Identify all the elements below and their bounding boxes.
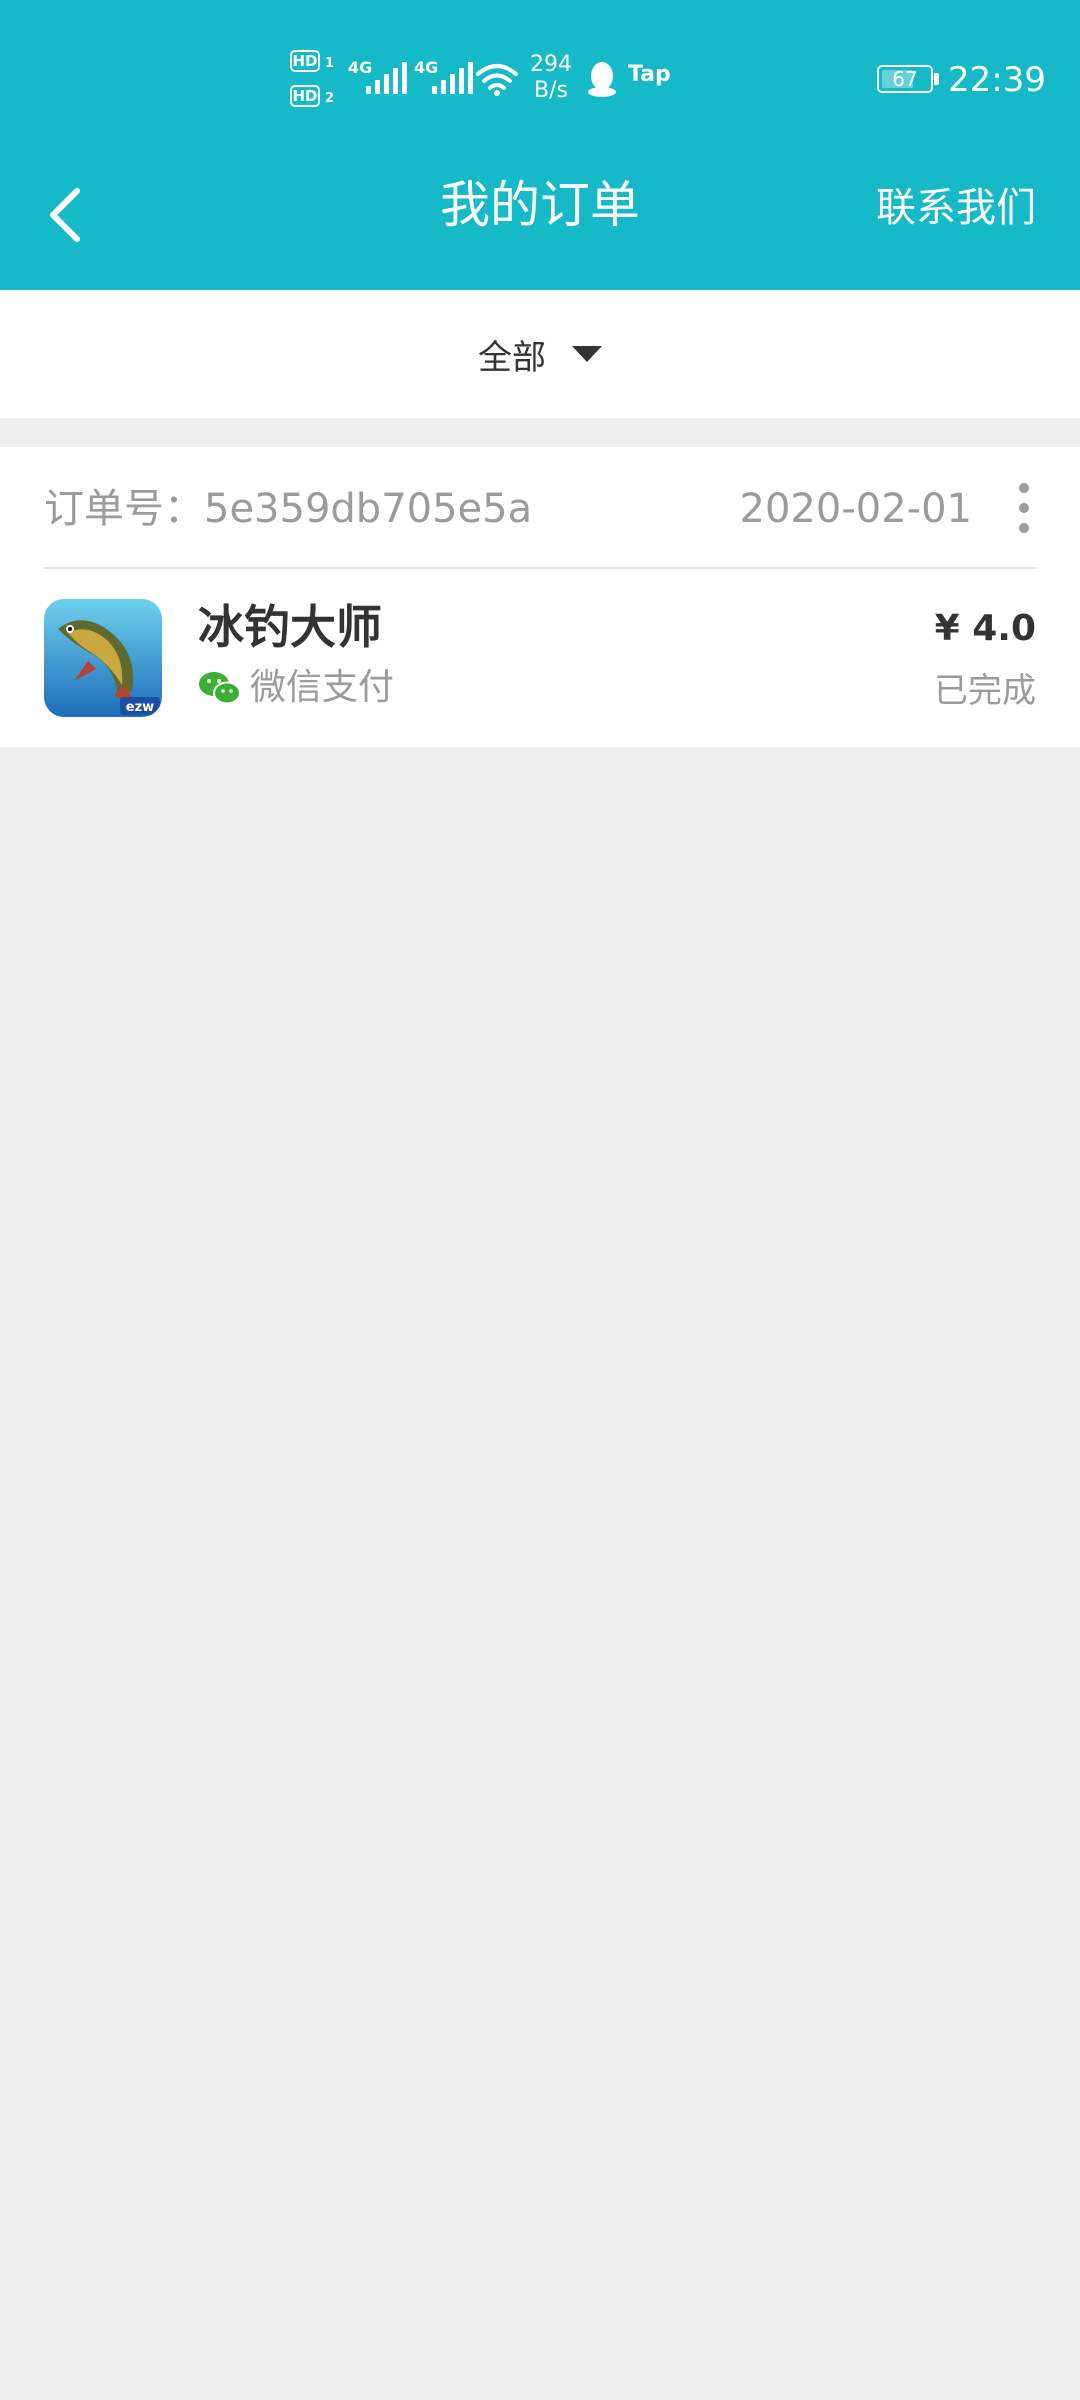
contact-us-button[interactable]: 联系我们: [876, 180, 1036, 236]
sim1-number: 1: [325, 56, 335, 71]
order-date: 2020-02-01: [739, 486, 972, 532]
app-name: 冰钓大师: [198, 600, 382, 654]
tap-icon: Tap: [628, 62, 671, 87]
battery-level: 67: [892, 67, 918, 91]
battery-cap: [934, 73, 939, 85]
app-header: HD 1 HD 2 4G 4G 294 B/s Tap 67 22:39 我的订…: [0, 0, 1080, 290]
qq-icon: [588, 62, 616, 97]
order-status: 已完成: [934, 671, 1036, 711]
back-button[interactable]: [30, 180, 100, 250]
hd-icon: HD: [290, 85, 320, 107]
order-card[interactable]: 订单号：5e359db705e5a 2020-02-01 ezw 冰钓大师 微信…: [0, 447, 1080, 747]
order-body: ezw 冰钓大师 微信支付 ¥ 4.0 已完成: [0, 569, 1080, 747]
sim2-number: 2: [325, 91, 335, 106]
network-speed: 294 B/s: [526, 52, 576, 104]
page-title: 我的订单: [440, 176, 640, 234]
signal-icon: [366, 62, 407, 94]
status-bar: HD 1 HD 2 4G 4G 294 B/s Tap 67 22:39: [0, 0, 1080, 150]
battery-icon: 67: [877, 65, 933, 93]
title-bar: 我的订单 联系我们: [0, 150, 1080, 290]
filter-dropdown[interactable]: 全部: [440, 322, 640, 386]
more-vertical-icon[interactable]: [1012, 483, 1036, 533]
payment-label: 微信支付: [250, 667, 395, 708]
triangle-down-icon: [572, 346, 602, 362]
speed-value: 294: [530, 52, 572, 77]
signal-icon: [432, 62, 473, 94]
fish-app-icon: ezw: [44, 599, 162, 717]
speed-unit: B/s: [534, 78, 568, 103]
order-header: 订单号：5e359db705e5a 2020-02-01: [0, 447, 1080, 567]
order-number: 订单号：5e359db705e5a: [44, 486, 533, 532]
filter-bar: 全部: [0, 290, 1080, 418]
chevron-left-icon: [50, 188, 80, 242]
wifi-icon: [476, 64, 518, 96]
status-time: 22:39: [948, 60, 1046, 100]
hd-icon: HD: [290, 50, 320, 72]
app-icon-badge: ezw: [126, 700, 154, 715]
wechat-icon: [199, 672, 241, 705]
payment-method: 微信支付: [198, 665, 394, 711]
filter-label: 全部: [478, 337, 546, 378]
order-price: ¥ 4.0: [934, 608, 1036, 649]
